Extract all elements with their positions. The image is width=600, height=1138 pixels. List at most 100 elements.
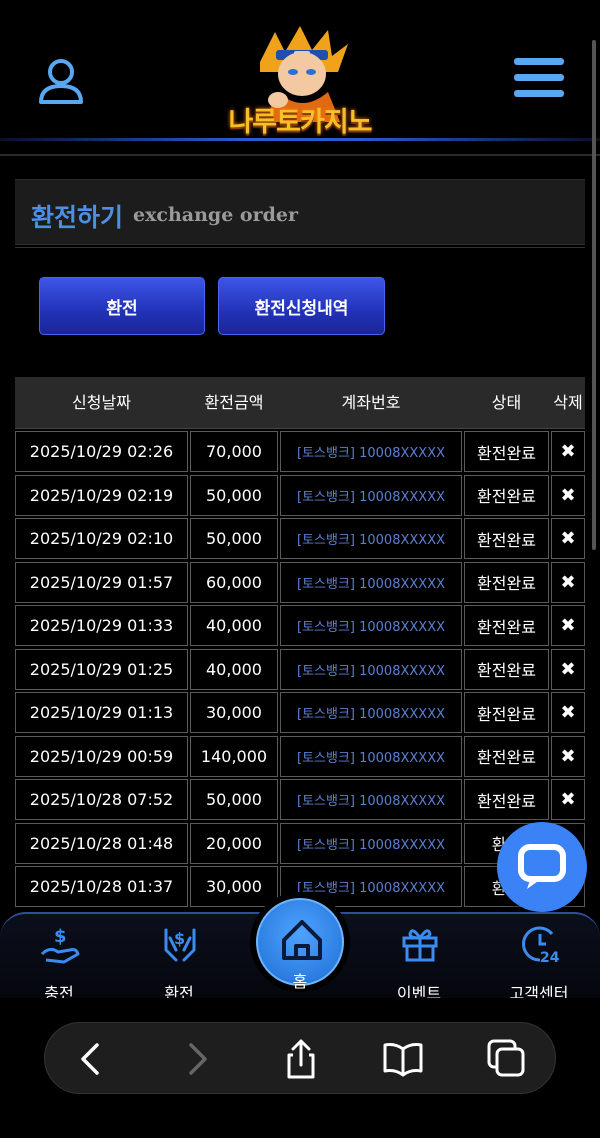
header: 나루토카지노 (0, 0, 600, 140)
table-row: 2025/10/29 02:26 70,000 [토스뱅크] 10008XXXXX 환… (15, 431, 585, 475)
delete-icon[interactable]: ✖ (551, 779, 585, 820)
nav-event[interactable]: 이벤트 (374, 918, 464, 1003)
browser-toolbar-pill (44, 1022, 556, 1094)
delete-icon[interactable]: ✖ (551, 648, 585, 690)
logo-text: 나루토카지노 (228, 107, 372, 138)
svg-text:24: 24 (540, 950, 560, 964)
nav-home-label: 홈 (292, 972, 308, 991)
cell-amount: 30,000 (190, 692, 278, 733)
cell-amount: 50,000 (190, 518, 278, 559)
cell-date: 2025/10/29 02:19 (15, 474, 188, 516)
cell-account: [토스뱅크] 10008XXXXX (280, 648, 462, 690)
table-row: 2025/10/29 01:57 60,000 [토스뱅크] 10008XXXXX 환… (15, 561, 585, 606)
cell-date: 2025/10/29 01:33 (15, 605, 188, 646)
cell-date: 2025/10/29 01:25 (15, 648, 188, 690)
home-icon (282, 920, 322, 960)
nav-deposit[interactable]: $ 충전 (14, 918, 104, 1003)
cell-account: [토스뱅크] 10008XXXXX (280, 822, 462, 864)
withdraw-icon: $ (164, 928, 196, 962)
nav-withdraw[interactable]: $ 환전 (134, 918, 224, 1003)
share-icon[interactable] (279, 1037, 323, 1081)
title-divider (15, 247, 585, 248)
header-amount: 환전금액 (204, 393, 264, 412)
table-row: 2025/10/28 07:52 50,000 [토스뱅크] 10008XXXXX 환… (15, 779, 585, 823)
hamburger-menu-icon[interactable] (514, 58, 564, 102)
page-title-panel: 환전하기 exchange order (15, 179, 585, 245)
table-row: 2025/10/29 00:59 140,000 [토스뱅크] 10008XXXXX… (15, 735, 585, 780)
nav-support[interactable]: 24 고객센터 (494, 918, 584, 1003)
deposit-icon: $ (40, 926, 80, 964)
cell-status: 환전완료 (464, 561, 549, 603)
delete-icon[interactable]: ✖ (551, 431, 585, 472)
cell-account: [토스뱅크] 10008XXXXX (280, 735, 462, 777)
cell-amount: 40,000 (190, 648, 278, 690)
delete-icon[interactable]: ✖ (551, 605, 585, 646)
delete-icon[interactable]: ✖ (551, 692, 585, 733)
cell-status: 환전완료 (464, 692, 549, 733)
header-date: 신청날짜 (72, 393, 131, 412)
cell-date: 2025/10/29 02:10 (15, 518, 188, 559)
header-divider (0, 138, 600, 141)
cell-date: 2025/10/29 01:13 (15, 692, 188, 733)
cell-amount: 40,000 (190, 605, 278, 646)
header-divider-secondary (0, 154, 600, 156)
cell-amount: 20,000 (190, 822, 278, 864)
cell-date: 2025/10/29 02:26 (15, 431, 188, 472)
support-24-icon: 24 (522, 926, 560, 964)
page-subtitle: exchange order (133, 204, 298, 226)
cell-account: [토스뱅크] 10008XXXXX (280, 779, 462, 820)
page-scrollbar[interactable] (592, 40, 596, 550)
cell-account: [토스뱅크] 10008XXXXX (280, 561, 462, 603)
cell-status: 환전완료 (464, 474, 549, 516)
header-status: 상태 (491, 393, 522, 412)
exchange-history-table: 신청날짜 환전금액 계좌번호 상태 삭제 2025/10/29 02:26 70,… (15, 377, 585, 917)
cell-account: [토스뱅크] 10008XXXXX (280, 692, 462, 733)
table-row: 2025/10/29 02:19 50,000 [토스뱅크] 10008XXXXX 환… (15, 474, 585, 519)
cell-account: [토스뱅크] 10008XXXXX (280, 518, 462, 559)
delete-icon[interactable]: ✖ (551, 561, 585, 603)
cell-date: 2025/10/29 01:57 (15, 561, 188, 603)
cell-amount: 50,000 (190, 779, 278, 820)
table-row: 2025/10/29 01:33 40,000 [토스뱅크] 10008XXXXX 환… (15, 605, 585, 649)
svg-text:$: $ (54, 926, 67, 947)
cell-date: 2025/10/28 07:52 (15, 779, 188, 820)
tabs-icon[interactable] (485, 1037, 529, 1081)
cell-account: [토스뱅크] 10008XXXXX (280, 474, 462, 516)
user-icon[interactable] (36, 56, 86, 106)
cell-account: [토스뱅크] 10008XXXXX (280, 431, 462, 472)
header-account: 계좌번호 (341, 393, 401, 412)
cell-status: 환전완료 (464, 648, 549, 690)
cell-date: 2025/10/28 01:37 (15, 866, 188, 907)
cell-status: 환전완료 (464, 779, 549, 820)
svg-text:$: $ (174, 929, 185, 948)
cell-status: 환전완료 (464, 518, 549, 559)
cell-status: 환전완료 (464, 605, 549, 646)
page-title: 환전하기 (31, 203, 124, 232)
header-delete: 삭제 (553, 393, 583, 412)
cell-amount: 60,000 (190, 561, 278, 603)
table-header: 신청날짜 환전금액 계좌번호 상태 삭제 (15, 377, 585, 429)
cell-date: 2025/10/28 01:48 (15, 822, 188, 864)
delete-icon[interactable]: ✖ (551, 474, 585, 516)
site-logo[interactable]: 나루토카지노 (220, 22, 380, 138)
cell-amount: 70,000 (190, 431, 278, 472)
gift-icon (402, 929, 438, 962)
delete-icon[interactable]: ✖ (551, 735, 585, 777)
back-icon[interactable] (69, 1037, 113, 1081)
exchange-button[interactable]: 환전 (39, 277, 205, 335)
table-row: 2025/10/29 01:13 30,000 [토스뱅크] 10008XXXXX 환… (15, 692, 585, 736)
forward-icon[interactable] (175, 1037, 219, 1081)
browser-toolbar (0, 998, 600, 1138)
cell-amount: 50,000 (190, 474, 278, 516)
table-row: 2025/10/29 01:25 40,000 [토스뱅크] 10008XXXXX 환… (15, 648, 585, 693)
table-row: 2025/10/29 02:10 50,000 [토스뱅크] 10008XXXXX 환… (15, 518, 585, 562)
cell-status: 환전완료 (464, 735, 549, 777)
exchange-history-button[interactable]: 환전신청내역 (218, 277, 385, 335)
cell-amount: 140,000 (190, 735, 278, 777)
chat-bubble-icon[interactable] (497, 822, 587, 912)
cell-account: [토스뱅크] 10008XXXXX (280, 605, 462, 646)
cell-status: 환전완료 (464, 431, 549, 472)
delete-icon[interactable]: ✖ (551, 518, 585, 559)
bookmarks-icon[interactable] (381, 1037, 425, 1081)
cell-date: 2025/10/29 00:59 (15, 735, 188, 777)
